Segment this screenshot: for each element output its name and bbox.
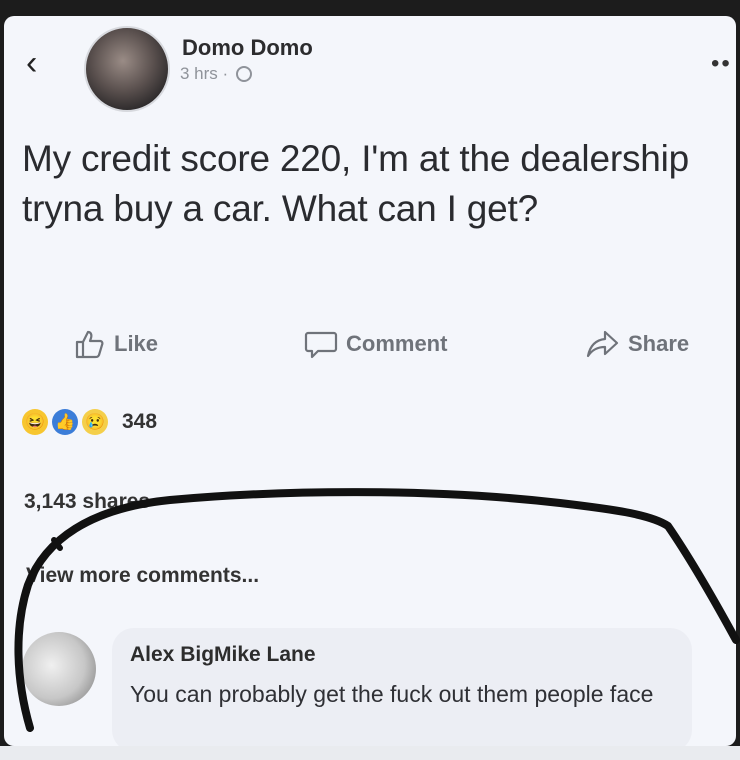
comment-text: You can probably get the fuck out them p… — [130, 681, 654, 707]
share-icon — [586, 330, 619, 358]
like-label: Like — [114, 331, 159, 356]
comment-icon — [304, 331, 338, 359]
reaction-count: 348 — [122, 410, 158, 433]
more-dots-icon[interactable]: •• — [711, 50, 732, 78]
like-reaction-icon: 👍 — [52, 409, 78, 435]
like-button[interactable]: Like — [74, 328, 158, 360]
reaction-summary[interactable]: 😆 👍 😢 348 — [22, 409, 157, 435]
share-button[interactable]: Share — [586, 328, 689, 360]
post-action-bar: Like Comment Share — [4, 328, 736, 372]
commenter-avatar[interactable] — [22, 632, 96, 706]
post-time: 3 hrs · — [180, 64, 229, 83]
chevron-left-icon[interactable]: ‹ — [26, 46, 37, 80]
bottom-strip — [0, 746, 740, 760]
globe-icon — [236, 66, 253, 82]
comment-button[interactable]: Comment — [304, 328, 447, 360]
view-more-comments-link[interactable]: View more comments... — [26, 564, 259, 588]
haha-reaction-icon: 😆 — [22, 409, 48, 435]
comment-label: Comment — [346, 331, 448, 356]
thumbs-up-icon — [75, 330, 104, 359]
poster-avatar[interactable] — [84, 26, 170, 112]
shares-count[interactable]: 3,143 shares — [24, 490, 150, 514]
share-label: Share — [628, 331, 690, 356]
sad-reaction-icon: 😢 — [82, 409, 108, 435]
comment-author[interactable]: Alex BigMike Lane — [130, 643, 316, 667]
post-text: My credit score 220, I'm at the dealersh… — [22, 138, 690, 229]
post-card: ‹ Domo Domo 3 hrs · •• My credit score 2… — [4, 16, 736, 746]
post-meta: 3 hrs · — [180, 64, 253, 84]
poster-name[interactable]: Domo Domo — [182, 35, 313, 61]
